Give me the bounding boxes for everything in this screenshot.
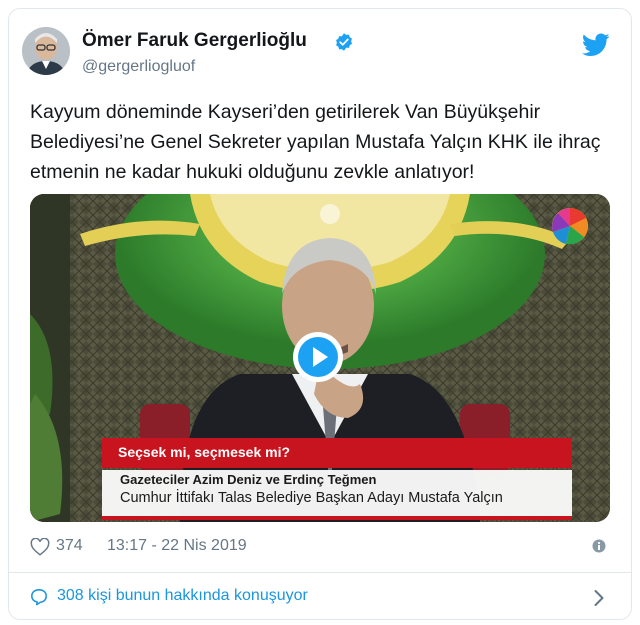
like-count[interactable]: 374 [56, 537, 83, 555]
tweet-text: Kayyum döneminde Kayseri’den getirilerek… [30, 101, 601, 183]
heart-icon[interactable] [30, 538, 50, 556]
author-name[interactable]: Ömer Faruk Gergerlioğlu [82, 30, 307, 52]
info-icon[interactable] [592, 539, 606, 553]
timestamp[interactable]: 13:17 - 22 Nis 2019 [107, 537, 247, 555]
conversation-label[interactable]: 308 kişi bunun hakkında konuşuyor [57, 587, 308, 605]
avatar-image [22, 27, 70, 75]
twitter-bird-icon[interactable] [582, 33, 610, 57]
caption-question: Seçsek mi, seçmesek mi? [118, 444, 291, 460]
chevron-right-icon[interactable] [593, 589, 605, 607]
caption-line-1: Gazeteciler Azim Deniz ve Erdinç Teğmen [120, 472, 377, 487]
verified-badge-icon [336, 33, 352, 51]
video-caption: Seçsek mi, seçmesek mi? Gazeteciler Azim… [30, 438, 572, 522]
caption-underline [102, 516, 572, 520]
divider [9, 572, 631, 573]
caption-line-2: Cumhur İttifakı Talas Belediye Başkan Ad… [120, 490, 503, 506]
avatar[interactable] [22, 27, 70, 75]
speech-bubble-icon [31, 589, 47, 606]
play-icon[interactable] [292, 331, 344, 383]
author-handle[interactable]: @gergerliogluof [82, 58, 195, 76]
